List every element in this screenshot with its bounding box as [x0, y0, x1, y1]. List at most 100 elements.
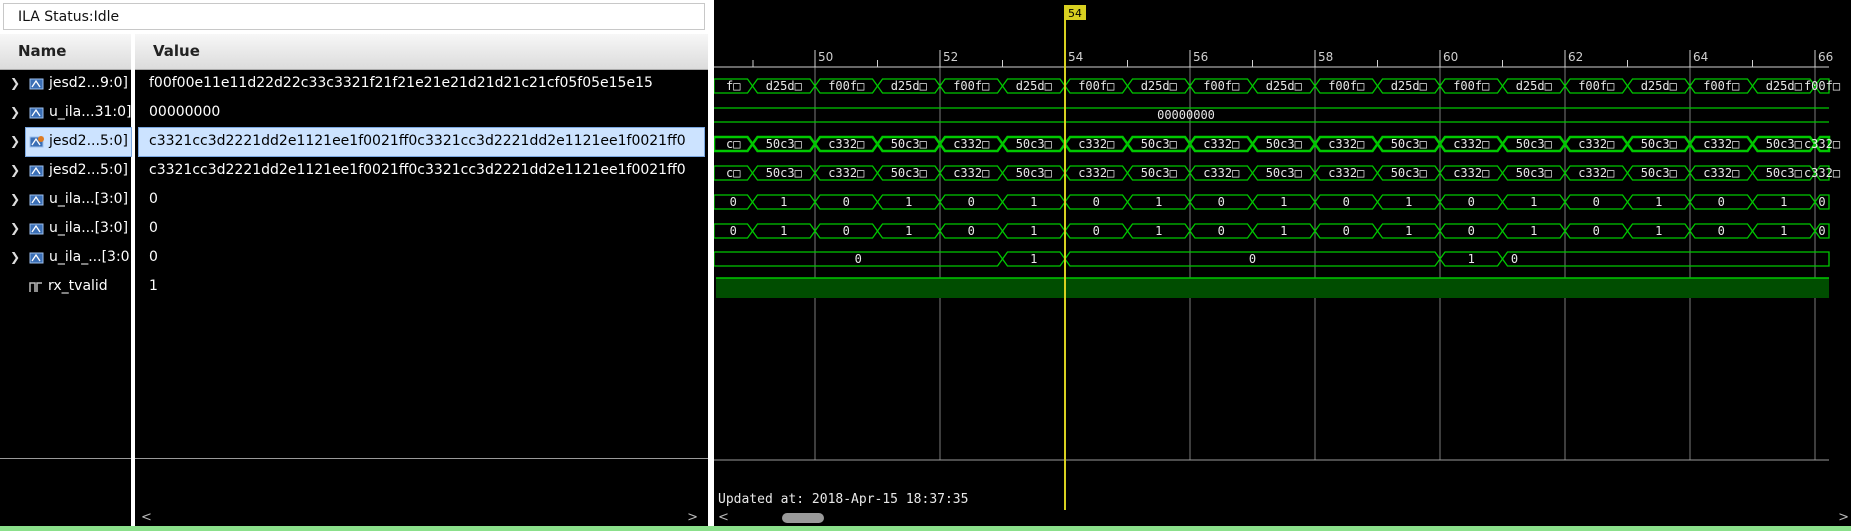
bus-value-label: f00f□ [1078, 79, 1114, 93]
signal-name-row[interactable]: ❯ jesd2...5:0] [0, 157, 131, 185]
bus-value-label: f00f□ [1203, 79, 1239, 93]
signal-name-row[interactable]: ❯ u_ila...31:0] [0, 99, 131, 127]
bus-value-label: 0 [843, 224, 850, 238]
ruler-label: 64 [1693, 50, 1708, 64]
bus-trigger-icon [29, 136, 44, 148]
bus-value-label: 0 [843, 195, 850, 209]
bus-value-label: 0 [1593, 195, 1600, 209]
expand-chevron-icon[interactable]: ❯ [10, 192, 20, 206]
signal-name-row[interactable]: ❯ jesd2...5:0] [10, 127, 132, 157]
bus-value-label: 0 [1718, 195, 1725, 209]
signal-value-label: 0 [149, 249, 158, 265]
bus-value-label: f00f□ [1453, 79, 1489, 93]
bus-value-label: 0 [730, 224, 737, 238]
signal-name-row[interactable]: ❯ jesd2...9:0] [0, 70, 131, 98]
bus-value-label: 1 [1468, 252, 1475, 266]
bus-icon [29, 107, 44, 119]
scroll-left-arrow-icon[interactable]: < [718, 510, 729, 525]
bus-value-label: 1 [1030, 224, 1037, 238]
bus-value-label: c□ [726, 166, 740, 180]
signal-value-label: 0 [149, 191, 158, 207]
scroll-right-arrow-icon[interactable]: > [1838, 510, 1849, 525]
scroll-thumb[interactable] [782, 513, 824, 523]
bus-value-label: 0 [1093, 195, 1100, 209]
ruler-label: 62 [1568, 50, 1583, 64]
bus-value-label: 1 [1405, 224, 1412, 238]
bus-value-label: 50c3□ [1266, 166, 1302, 180]
bus-value-label: 0 [1818, 195, 1825, 209]
bus-value-label: 0 [1218, 224, 1225, 238]
bus-value-label: c332□ [828, 137, 864, 151]
signal-value-row[interactable]: f00f00e11e11d22d22c33c3321f21f21e21e21d2… [139, 70, 704, 98]
waveform-horizontal-scrollbar[interactable]: < > [714, 510, 1851, 526]
bus-value-label: 50c3□ [1766, 166, 1802, 180]
signal-name-pane: Name ❯ jesd2...9:0] ❯ u_ila...31:0] ❯ jesd2..… [0, 34, 135, 526]
scroll-left-arrow-icon[interactable]: < [141, 510, 152, 525]
bus-value-label: 0 [1468, 224, 1475, 238]
signal-name-label: u_ila...[3:0] [49, 191, 129, 207]
signal-name-row[interactable]: ❯ u_ila_...[3:0] [0, 244, 135, 272]
bus-value-label: 0 [1093, 224, 1100, 238]
bus-value-label: d25d□ [1516, 79, 1552, 93]
bus-value-label: c332□ [1703, 137, 1739, 151]
expand-chevron-icon[interactable]: ❯ [10, 134, 20, 148]
expand-chevron-icon[interactable]: ❯ [10, 105, 20, 119]
signal-value-pane: Value f00f00e11e11d22d22c33c3321f21f21e2… [135, 34, 708, 526]
signal-value-label: 1 [149, 278, 158, 294]
bus-value-label: 1 [1030, 252, 1037, 266]
expand-chevron-icon[interactable]: ❯ [10, 76, 20, 90]
signal-value-row[interactable]: 0 [139, 244, 704, 272]
signal-value-label: c3321cc3d2221dd2e1121ee1f0021ff0c3321cc3… [149, 162, 686, 178]
bus-value-label: c332□ [1578, 166, 1614, 180]
bus-value-label: f00f□ [1703, 79, 1739, 93]
signal-value-row[interactable]: c3321cc3d2221dd2e1121ee1f0021ff0c3321cc3… [138, 127, 705, 157]
signal-value-label: 00000000 [149, 104, 221, 120]
bus-value-label: 00000000 [1157, 108, 1215, 122]
bus-value-label: 1 [1280, 224, 1287, 238]
bus-value-label: 50c3□ [1141, 166, 1177, 180]
bus-value-label: f00f□ [1578, 79, 1614, 93]
value-horizontal-scrollbar[interactable]: < > [135, 510, 708, 526]
ruler-label: 56 [1193, 50, 1208, 64]
bus-value-label: f00f□ [828, 79, 864, 93]
scroll-right-arrow-icon[interactable]: > [687, 510, 698, 525]
signal-name-row[interactable]: ❯ u_ila...[3:0] [0, 186, 131, 214]
bus-value-label: c332□ [1453, 137, 1489, 151]
expand-chevron-icon[interactable]: ❯ [10, 221, 20, 235]
signal-name-label: u_ila_...[3:0] [49, 249, 136, 265]
expand-chevron-icon[interactable]: ❯ [10, 163, 20, 177]
signal-value-row[interactable]: 1 [139, 273, 704, 301]
bus-value-label: 1 [1280, 195, 1287, 209]
bus-value-label: 50c3□ [1266, 137, 1302, 151]
signal-name-label: rx_tvalid [48, 278, 108, 294]
bus-value-label: 1 [1780, 195, 1787, 209]
signal-value-row[interactable]: c3321cc3d2221dd2e1121ee1f0021ff0c3321cc3… [139, 157, 704, 185]
signal-name-row[interactable]: rx_tvalid [0, 273, 131, 301]
signal-name-row[interactable]: ❯ u_ila...[3:0] [0, 215, 131, 243]
waveform-pane[interactable]: 50 52 54 56 58 60 62 64 66 f□ d25d□ f00f□ d25d□ f00f□… [714, 0, 1851, 526]
bus-value-label: c332□ [1078, 137, 1114, 151]
value-column-header[interactable]: Value [135, 34, 708, 70]
bus-value-label: 1 [1780, 224, 1787, 238]
bus-value-label: d25d□ [891, 79, 927, 93]
bus-value-label: c332□ [1703, 166, 1739, 180]
bus-icon [29, 165, 44, 177]
ila-status-bar: ILA Status:Idle [3, 3, 705, 30]
ruler-label: 66 [1818, 50, 1833, 64]
expand-chevron-icon[interactable]: ❯ [10, 250, 20, 264]
bus-value-label: f□ [726, 79, 740, 93]
time-cursor-label: 54 [1068, 7, 1082, 20]
bus-value-label: 1 [1405, 195, 1412, 209]
name-column-header[interactable]: Name [0, 34, 131, 70]
waveform-canvas[interactable]: 50 52 54 56 58 60 62 64 66f□ d25d□ f00f□ d25d□ f00f□… [714, 0, 1851, 510]
signal-value-row[interactable]: 0 [139, 215, 704, 243]
signal-value-label: c3321cc3d2221dd2e1121ee1f0021ff0c3321cc3… [149, 133, 686, 149]
bus-value-label: c332□ [953, 137, 989, 151]
signal-value-row[interactable]: 00000000 [139, 99, 704, 127]
bus-value-label: 50c3□ [1391, 137, 1427, 151]
bus-value-label: 1 [1155, 195, 1162, 209]
bus-value-label: f00f□ [1804, 79, 1840, 93]
bus-icon [29, 252, 44, 264]
signal-value-row[interactable]: 0 [139, 186, 704, 214]
ila-status-text: ILA Status:Idle [18, 9, 120, 25]
